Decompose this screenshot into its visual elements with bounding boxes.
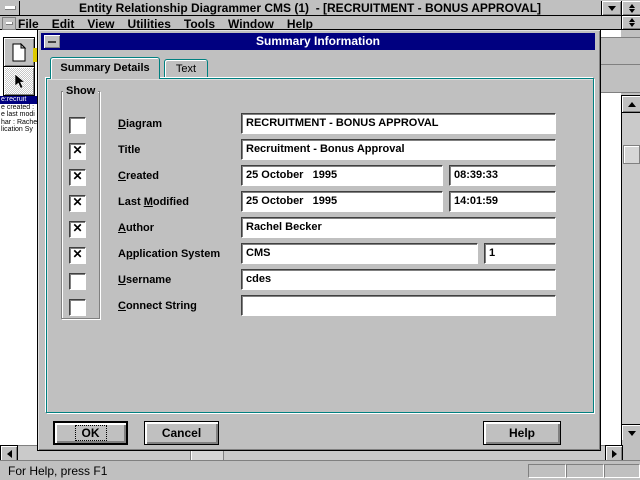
last-modified-checkbox[interactable]: ✕ bbox=[69, 195, 86, 212]
created-date-field[interactable]: 25 October 1995 bbox=[241, 165, 443, 186]
diagram-checkbox[interactable] bbox=[69, 117, 86, 134]
control-menu-button[interactable] bbox=[2, 1, 20, 15]
check-icon: ✕ bbox=[72, 221, 82, 235]
cancel-button[interactable]: Cancel bbox=[144, 421, 219, 445]
application-system-field[interactable]: CMS bbox=[241, 243, 478, 264]
restore-button[interactable] bbox=[621, 1, 640, 15]
application-window: Entity Relationship Diagrammer CMS (1) -… bbox=[0, 0, 640, 480]
created-time-field[interactable]: 08:39:33 bbox=[449, 165, 556, 186]
check-icon: ✕ bbox=[72, 247, 82, 261]
status-message: For Help, press F1 bbox=[8, 463, 107, 479]
username-label: Username bbox=[118, 273, 171, 288]
help-button[interactable]: Help bbox=[483, 421, 561, 445]
diagram-label: Diagram bbox=[118, 117, 162, 132]
child-control-menu-icon bbox=[6, 22, 13, 25]
diagram-field[interactable]: RECRUITMENT - BONUS APPROVAL bbox=[241, 113, 556, 134]
menu-file[interactable]: File bbox=[18, 16, 39, 30]
last-modified-date-field[interactable]: 25 October 1995 bbox=[241, 191, 443, 212]
scroll-down-icon bbox=[628, 431, 636, 436]
tab-summary-details[interactable]: Summary Details bbox=[50, 57, 160, 79]
check-icon: ✕ bbox=[72, 169, 82, 183]
connect-string-label: Connect String bbox=[118, 299, 197, 314]
status-panel-3 bbox=[604, 464, 640, 478]
title-checkbox[interactable]: ✕ bbox=[69, 143, 86, 160]
last-modified-time-field[interactable]: 14:01:59 bbox=[449, 191, 556, 212]
new-document-icon bbox=[11, 43, 27, 62]
status-bar: For Help, press F1 bbox=[0, 460, 640, 480]
menu-edit[interactable]: Edit bbox=[52, 16, 75, 30]
username-checkbox[interactable] bbox=[69, 273, 86, 290]
child-restore-icon bbox=[629, 18, 635, 22]
title-field[interactable]: Recruitment - Bonus Approval bbox=[241, 139, 556, 160]
arrow-cursor-icon bbox=[12, 73, 26, 90]
control-menu-icon bbox=[5, 6, 16, 10]
status-panel-2 bbox=[566, 464, 604, 478]
app-title-bar: Entity Relationship Diagrammer CMS (1) -… bbox=[0, 1, 640, 16]
check-icon: ✕ bbox=[72, 143, 82, 157]
last-modified-label: Last Modified bbox=[118, 195, 189, 210]
username-field[interactable]: cdes bbox=[241, 269, 556, 290]
connect-string-field[interactable] bbox=[241, 295, 556, 316]
minimize-button[interactable] bbox=[601, 1, 621, 15]
menu-utilities[interactable]: Utilities bbox=[128, 16, 171, 30]
menu-help[interactable]: Help bbox=[287, 16, 313, 30]
menu-bar: File Edit View Utilities Tools Window He… bbox=[0, 16, 640, 30]
created-checkbox[interactable]: ✕ bbox=[69, 169, 86, 186]
divider bbox=[601, 64, 640, 65]
scroll-up-button[interactable] bbox=[621, 95, 640, 113]
tab-text[interactable]: Text bbox=[164, 59, 208, 79]
scrollbar-corner bbox=[621, 440, 640, 460]
restore-icon bbox=[629, 4, 635, 8]
vertical-scrollbar-thumb[interactable] bbox=[623, 145, 640, 164]
author-field[interactable]: Rachel Becker bbox=[241, 217, 556, 238]
status-panel-1 bbox=[528, 464, 566, 478]
menu-window[interactable]: Window bbox=[228, 16, 274, 30]
child-restore-button[interactable] bbox=[621, 16, 640, 29]
dialog-title: Summary Information bbox=[41, 33, 595, 50]
menu-tools[interactable]: Tools bbox=[184, 16, 215, 30]
right-panel-fragment bbox=[601, 37, 640, 93]
check-icon: ✕ bbox=[72, 195, 82, 209]
connect-string-checkbox[interactable] bbox=[69, 299, 86, 316]
created-label: Created bbox=[118, 169, 159, 184]
author-label: Author bbox=[118, 221, 154, 236]
menu-view[interactable]: View bbox=[87, 16, 114, 30]
application-system-checkbox[interactable]: ✕ bbox=[69, 247, 86, 264]
author-checkbox[interactable]: ✕ bbox=[69, 221, 86, 238]
summary-information-dialog: Summary Information Summary Details Text… bbox=[37, 29, 601, 451]
scroll-right-icon bbox=[612, 450, 617, 458]
dialog-title-bar[interactable]: Summary Information bbox=[41, 33, 595, 50]
application-system-label: Application System bbox=[118, 247, 220, 262]
ok-button[interactable]: OK bbox=[53, 421, 128, 445]
pointer-tool-button[interactable] bbox=[3, 66, 35, 96]
application-system-version-field[interactable]: 1 bbox=[484, 243, 556, 264]
scroll-up-icon bbox=[628, 102, 636, 107]
show-group-label: Show bbox=[63, 85, 98, 97]
child-control-menu-button[interactable] bbox=[2, 17, 16, 30]
app-title: Entity Relationship Diagrammer CMS (1) -… bbox=[20, 1, 600, 15]
minimize-icon bbox=[608, 6, 616, 11]
title-label: Title bbox=[118, 143, 140, 158]
new-diagram-button[interactable] bbox=[3, 37, 35, 67]
scroll-left-icon bbox=[7, 450, 12, 458]
